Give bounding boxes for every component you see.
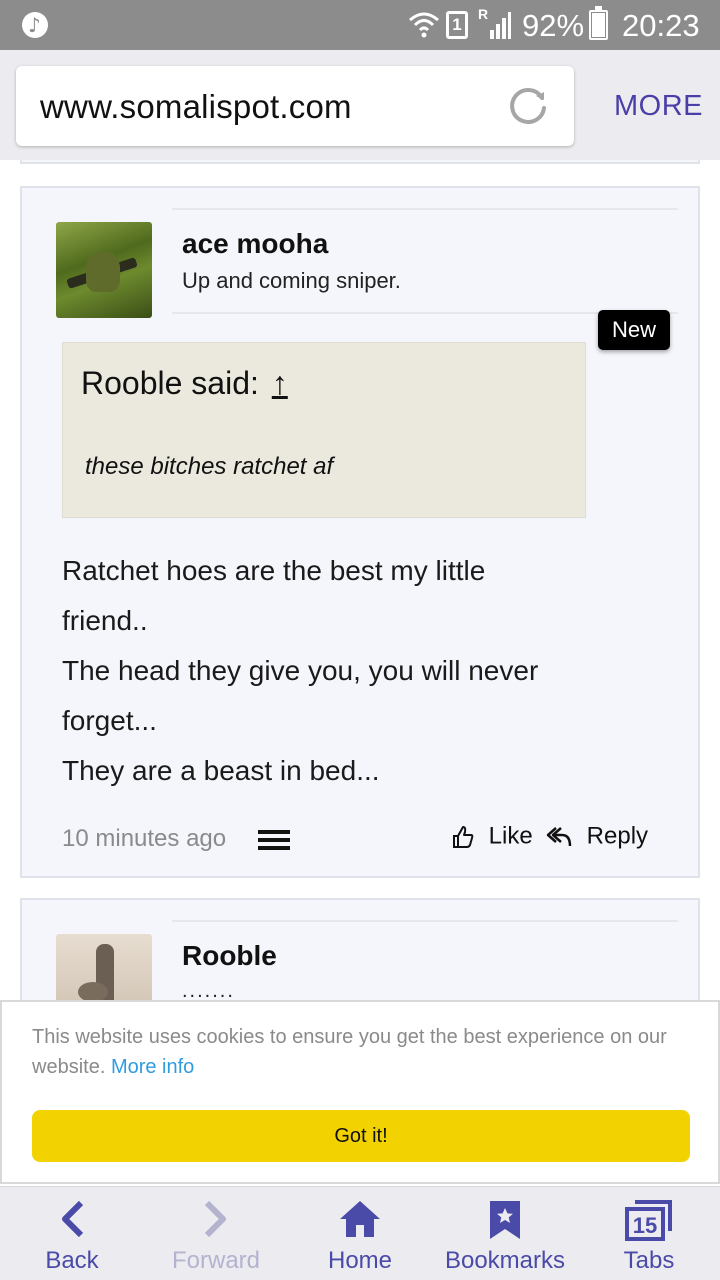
previous-post-edge [20, 160, 700, 164]
quote-header: Rooble said: ↑ [81, 365, 288, 402]
chevron-right-icon [204, 1200, 226, 1238]
user-info: ace mooha Up and coming sniper. [172, 208, 678, 314]
like-label: Like [488, 822, 533, 850]
back-button[interactable]: Back [22, 1187, 122, 1280]
forward-button[interactable]: Forward [160, 1187, 272, 1280]
battery-percentage: 92% [522, 8, 585, 43]
username[interactable]: ace mooha [182, 228, 328, 260]
username[interactable]: Rooble [182, 940, 277, 972]
message-line: friend.. [62, 605, 148, 636]
reload-icon[interactable] [506, 84, 550, 128]
forward-label: Forward [171, 1247, 261, 1274]
browser-bottom-nav: Back Forward Home Bookmarks 15 Tabs [0, 1186, 720, 1280]
quote-author: Rooble said: [81, 365, 259, 401]
tabs-label: Tabs [623, 1247, 675, 1274]
address-bar[interactable]: www.somalispot.com [16, 66, 574, 146]
quote-block: Rooble said: ↑ these bitches ratchet af [62, 342, 586, 518]
back-label: Back [45, 1247, 99, 1274]
signal-icon [490, 12, 511, 39]
message-line: forget... [62, 705, 157, 736]
more-button[interactable]: MORE [614, 90, 703, 123]
tabs-button[interactable]: 15 Tabs [604, 1187, 694, 1280]
chevron-left-icon [62, 1200, 84, 1238]
user-title: Up and coming sniper. [182, 268, 401, 293]
post-timestamp[interactable]: 10 minutes ago [62, 825, 226, 853]
bookmarks-label: Bookmarks [444, 1247, 566, 1274]
bookmark-icon [490, 1201, 520, 1239]
forum-post: ace mooha Up and coming sniper. New Roob… [20, 186, 700, 878]
browser-toolbar: www.somalispot.com MORE [0, 50, 720, 160]
clock: 20:23 [622, 8, 700, 43]
status-bar: 1 R 92% 20:23 [0, 0, 720, 50]
tabs-icon: 15 [625, 1200, 672, 1241]
quote-text: these bitches ratchet af [85, 453, 334, 480]
cookie-message: This website uses cookies to ensure you … [32, 1022, 692, 1082]
new-badge: New [598, 310, 670, 350]
reply-label: Reply [586, 822, 649, 850]
more-info-link[interactable]: More info [111, 1056, 194, 1078]
music-notification-icon [22, 12, 48, 38]
message-line: They are a beast in bed... [62, 755, 380, 786]
message-line: The head they give you, you will never [62, 655, 539, 686]
home-label: Home [327, 1247, 393, 1274]
reply-button[interactable]: Reply [546, 822, 648, 856]
jump-to-quote-link[interactable]: ↑ [272, 365, 288, 401]
sim-slot-icon: 1 [446, 11, 468, 39]
url-text[interactable]: www.somalispot.com [40, 88, 352, 126]
tab-count: 15 [633, 1213, 657, 1238]
post-message: Ratchet hoes are the best my little frie… [62, 546, 672, 796]
post-menu-icon[interactable] [258, 830, 290, 850]
thumbs-up-icon [453, 825, 474, 848]
wifi-icon [409, 12, 439, 38]
bookmarks-button[interactable]: Bookmarks [436, 1187, 574, 1280]
accept-cookies-button[interactable]: Got it! [32, 1110, 690, 1162]
post-footer: 10 minutes ago Like Reply [62, 820, 662, 860]
reply-icon [546, 826, 572, 846]
home-icon [340, 1201, 380, 1237]
like-button[interactable]: Like [452, 822, 533, 856]
battery-icon [589, 6, 608, 40]
message-line: Ratchet hoes are the best my little [62, 555, 486, 586]
avatar[interactable] [56, 222, 152, 318]
home-button[interactable]: Home [310, 1187, 410, 1280]
cookie-banner: This website uses cookies to ensure you … [0, 1000, 720, 1184]
